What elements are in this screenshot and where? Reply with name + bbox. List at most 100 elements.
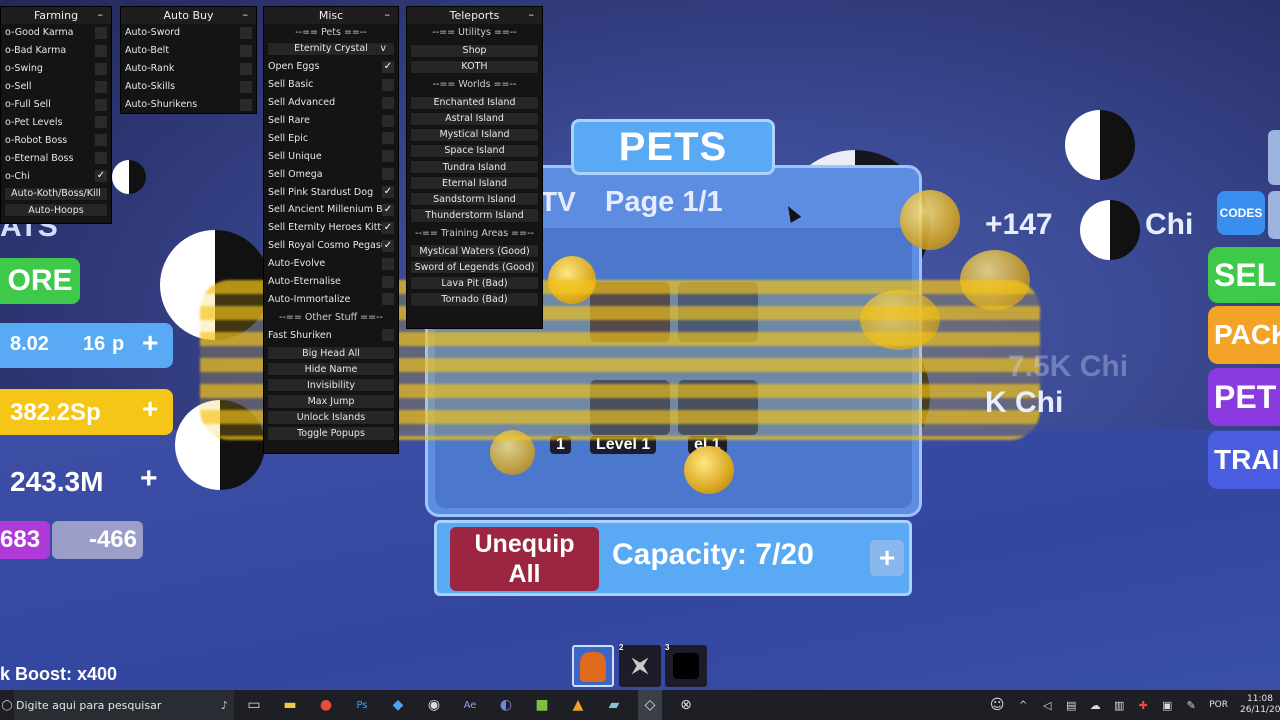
checkbox[interactable] (382, 96, 394, 109)
misc-button[interactable]: Max Jump (267, 394, 395, 409)
capacity-plus-button[interactable]: + (870, 540, 904, 576)
teleport-button[interactable]: Mystical Island (410, 127, 539, 143)
hotbar-slot-3[interactable]: 3 (665, 643, 707, 687)
misc-toggle[interactable]: Auto-Evolve (264, 255, 398, 273)
misc-button[interactable]: Big Head All (267, 345, 395, 361)
checkbox[interactable] (382, 168, 394, 181)
misc-button[interactable]: Toggle Popups (267, 426, 395, 441)
autobuy-toggle[interactable]: Auto-Sword (121, 24, 256, 42)
minimize-icon[interactable]: – (529, 8, 535, 21)
checkbox[interactable]: ✓ (382, 60, 394, 73)
app-icon[interactable]: ▲ (566, 690, 590, 720)
app-icon[interactable]: ⊗ (674, 690, 698, 720)
farming-toggle[interactable]: o-Robot Boss (1, 131, 111, 149)
checkbox[interactable] (95, 116, 107, 129)
checkbox[interactable] (382, 114, 394, 127)
misc-button[interactable]: Hide Name (267, 362, 395, 377)
task-view-icon[interactable]: ▭ (242, 690, 266, 720)
checkbox[interactable] (382, 132, 394, 145)
checkbox[interactable] (382, 257, 394, 270)
sell-button[interactable]: SEL (1208, 247, 1280, 303)
checkbox[interactable]: ✓ (382, 186, 394, 199)
autobuy-menu-header[interactable]: Auto Buy – (121, 7, 256, 24)
misc-toggle[interactable]: Sell Ancient Millenium Bur ✓ (264, 201, 398, 219)
misc-toggle[interactable]: Sell Unique (264, 147, 398, 165)
discord-icon[interactable]: ◐ (494, 690, 518, 720)
network-icon[interactable]: ▤ (1059, 690, 1083, 720)
checkbox[interactable]: ✓ (382, 221, 394, 234)
after-effects-icon[interactable]: Ae (458, 690, 482, 720)
checkbox[interactable] (95, 62, 107, 75)
checkbox[interactable] (95, 80, 107, 93)
teleport-button[interactable]: Sandstorm Island (410, 192, 539, 207)
farming-toggle[interactable]: o-Full Sell (1, 96, 111, 114)
farming-toggle[interactable]: o-Pet Levels (1, 113, 111, 131)
farming-menu-header[interactable]: Farming – (1, 7, 111, 24)
misc-toggle[interactable]: Auto-Immortalize (264, 290, 398, 308)
checkbox[interactable] (382, 275, 394, 288)
codes-button[interactable]: CODES (1217, 191, 1265, 235)
taskbar-search[interactable]: Digite aqui para pesquisar ♪ (14, 690, 234, 720)
pets-button[interactable]: PET (1208, 368, 1280, 426)
roblox-icon[interactable]: ◇ (638, 690, 662, 720)
language-indicator[interactable]: POR (1209, 700, 1228, 710)
chevron-up-icon[interactable]: ^ (1011, 690, 1035, 720)
farming-toggle[interactable]: o-Bad Karma (1, 42, 111, 60)
minecraft-icon[interactable]: ■ (530, 690, 554, 720)
hotbar-slot-1[interactable] (572, 645, 614, 687)
checkbox[interactable] (95, 134, 107, 147)
app-icon[interactable]: ▰ (602, 690, 626, 720)
autobuy-toggle[interactable]: Auto-Skills (121, 78, 256, 96)
auto-hoops-button[interactable]: Auto-Hoops (4, 202, 108, 218)
volume-icon[interactable]: ◁ (1035, 690, 1059, 720)
file-explorer-icon[interactable]: ▬ (278, 690, 302, 720)
teleport-button[interactable]: Shop (410, 43, 539, 58)
checkbox[interactable] (240, 98, 252, 111)
misc-toggle[interactable]: Open Eggs ✓ (264, 58, 398, 76)
checkbox[interactable]: ✓ (382, 239, 394, 252)
checkbox[interactable]: ✓ (95, 170, 107, 183)
stat-1-plus[interactable]: + (142, 327, 158, 359)
steam-icon[interactable]: ◉ (422, 690, 446, 720)
search-icon[interactable]: ◯ (0, 690, 14, 720)
misc-toggle[interactable]: Sell Basic (264, 76, 398, 94)
misc-toggle[interactable]: Auto-Eternalise (264, 273, 398, 291)
store-button[interactable]: ORE (0, 258, 80, 304)
teleport-button[interactable]: Eternal Island (410, 176, 539, 191)
misc-button[interactable]: Unlock Islands (267, 410, 395, 425)
unequip-all-button[interactable]: Unequip All (450, 527, 599, 591)
farming-toggle[interactable]: o-Eternal Boss (1, 149, 111, 167)
farming-toggle[interactable]: o-Good Karma (1, 24, 111, 42)
teleport-button[interactable]: KOTH (410, 59, 539, 75)
app-icon[interactable]: ◆ (386, 690, 410, 720)
checkbox[interactable] (240, 80, 252, 93)
teleport-button[interactable]: Sword of Legends (Good) (410, 260, 539, 275)
chrome-icon[interactable]: ● (314, 690, 338, 720)
teleport-button[interactable]: Tundra Island (410, 159, 539, 175)
teleport-button[interactable]: Astral Island (410, 111, 539, 126)
farming-toggle[interactable]: o-Sell (1, 78, 111, 96)
checkbox[interactable] (382, 150, 394, 163)
photoshop-icon[interactable]: Ps (350, 690, 374, 720)
clock[interactable]: 11:08 26/11/201 (1240, 694, 1280, 716)
minimize-icon[interactable]: – (98, 8, 104, 21)
misc-toggle[interactable]: Sell Advanced (264, 94, 398, 112)
checkbox[interactable]: ✓ (382, 204, 394, 217)
misc-toggle[interactable]: Sell Rare (264, 112, 398, 130)
left-tab-label[interactable]: TV (540, 186, 576, 218)
checkbox[interactable] (382, 329, 394, 342)
pack-button[interactable]: PACK (1208, 306, 1280, 364)
farming-toggle[interactable]: o-Swing (1, 60, 111, 78)
misc-menu-header[interactable]: Misc – (264, 7, 398, 24)
teleport-button[interactable]: Mystical Waters (Good) (410, 244, 539, 259)
checkbox[interactable] (382, 78, 394, 91)
misc-toggle[interactable]: Sell Omega (264, 165, 398, 183)
misc-toggle[interactable]: Sell Royal Cosmo Pegasus ✓ (264, 237, 398, 255)
misc-toggle[interactable]: Sell Epic (264, 129, 398, 147)
misc-toggle[interactable]: Sell Pink Stardust Dog ✓ (264, 183, 398, 201)
checkbox[interactable] (240, 62, 252, 75)
misc-toggle[interactable]: Sell Eternity Heroes Kitty ✓ (264, 219, 398, 237)
trade-button[interactable]: TRAI (1208, 431, 1280, 489)
cloud-icon[interactable]: ☁ (1083, 690, 1107, 720)
teleport-button[interactable]: Tornado (Bad) (410, 292, 539, 307)
